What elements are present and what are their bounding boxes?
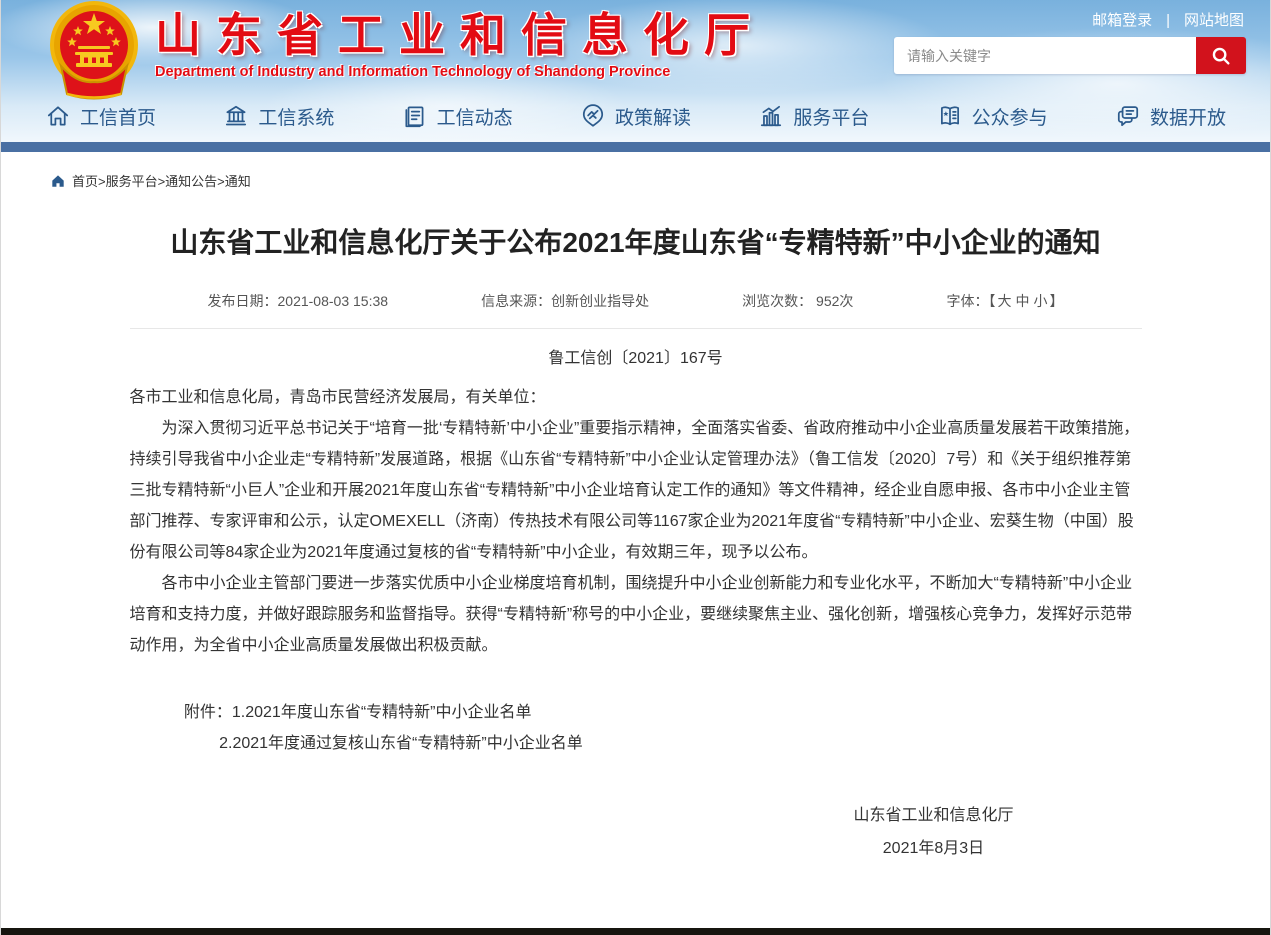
font-size-label: 字体：	[946, 293, 988, 309]
nav-item-service[interactable]: 服务平台	[758, 103, 869, 130]
nav-item-participation[interactable]: 公众参与	[937, 103, 1048, 130]
site-logo: 山东省工业和信息化厅 Department of Industry and In…	[47, 0, 765, 102]
footer-bar	[1, 928, 1270, 935]
nav-item-policy[interactable]: 政策解读	[580, 103, 691, 130]
bar-chart-icon	[758, 103, 784, 129]
main-nav: 工信首页 工信系统 工信动态 政策解读	[1, 90, 1270, 142]
body-paragraph: 为深入贯彻习近平总书记关于“培育一批‘专精特新’中小企业”重要指示精神，全面落实…	[130, 413, 1142, 568]
top-utility-links: 邮箱登录 | 网站地图	[1092, 9, 1244, 30]
breadcrumb: 首页>服务平台>通知公告>通知	[51, 171, 1270, 190]
news-icon	[402, 103, 428, 129]
font-size-small[interactable]: 小	[1033, 293, 1047, 309]
header-banner: 山东省工业和信息化厅 Department of Industry and In…	[1, 0, 1270, 152]
nav-item-home[interactable]: 工信首页	[45, 103, 156, 130]
body-paragraph: 各市中小企业主管部门要进一步落实优质中小企业梯度培育机制，围绕提升中小企业创新能…	[130, 568, 1142, 661]
breadcrumb-home-icon	[51, 174, 65, 188]
search-icon	[1210, 45, 1232, 67]
signature-org: 山东省工业和信息化厅	[853, 799, 1013, 832]
nav-item-data[interactable]: 数据开放	[1115, 103, 1226, 130]
site-name-english: Department of Industry and Information T…	[155, 64, 765, 80]
publish-date: 发布日期：2021-08-03 15:38	[208, 291, 389, 311]
page: 山东省工业和信息化厅 Department of Industry and In…	[0, 0, 1271, 935]
font-size-medium[interactable]: 中	[1015, 293, 1029, 309]
nav-label: 工信首页	[80, 103, 156, 130]
breadcrumb-path[interactable]: 首页>服务平台>通知公告>通知	[72, 171, 251, 190]
article-body: 鲁工信创〔2021〕167号 各市工业和信息化局，青岛市民营经济发展局，有关单位…	[130, 343, 1142, 865]
nav-item-system[interactable]: 工信系统	[223, 103, 334, 130]
page-title: 山东省工业和信息化厅关于公布2021年度山东省“专精特新”中小企业的通知	[130, 221, 1142, 264]
open-book-icon	[937, 103, 963, 129]
document-number: 鲁工信创〔2021〕167号	[130, 343, 1142, 374]
nav-label: 服务平台	[793, 103, 869, 130]
article: 山东省工业和信息化厅关于公布2021年度山东省“专精特新”中小企业的通知 发布日…	[130, 221, 1142, 865]
sitemap-link[interactable]: 网站地图	[1184, 12, 1244, 29]
nav-label: 政策解读	[615, 103, 691, 130]
site-name: 山东省工业和信息化厅	[155, 10, 765, 61]
salutation: 各市工业和信息化局，青岛市民营经济发展局，有关单位：	[130, 382, 1142, 413]
bank-icon	[223, 103, 249, 129]
mail-login-link[interactable]: 邮箱登录	[1092, 12, 1152, 29]
nav-label: 工信系统	[258, 103, 334, 130]
signature-block: 山东省工业和信息化厅 2021年8月3日	[130, 799, 1142, 865]
signature-date: 2021年8月3日	[853, 832, 1013, 865]
attachment-link-1[interactable]: 附件：1.2021年度山东省“专精特新”中小企业名单	[184, 697, 1142, 728]
home-icon	[45, 103, 71, 129]
nav-label: 工信动态	[437, 103, 513, 130]
nav-label: 数据开放	[1150, 103, 1226, 130]
article-meta: 发布日期：2021-08-03 15:38 信息来源：创新创业指导处 浏览次数：…	[130, 291, 1142, 329]
national-emblem-icon	[47, 0, 141, 102]
site-search	[894, 37, 1246, 74]
attachment-link-2[interactable]: 2.2021年度通过复核山东省“专精特新”中小企业名单	[219, 728, 1141, 759]
font-size-control: 字体：【大中小】	[946, 291, 1063, 311]
view-count: 浏览次数： 952次	[742, 291, 853, 311]
site-title-block: 山东省工业和信息化厅 Department of Industry and In…	[155, 0, 765, 80]
top-links-divider: |	[1166, 12, 1170, 29]
info-source: 信息来源：创新创业指导处	[481, 291, 649, 311]
handshake-icon	[580, 103, 606, 129]
font-size-large[interactable]: 大	[997, 293, 1011, 309]
attachments: 附件：1.2021年度山东省“专精特新”中小企业名单 2.2021年度通过复核山…	[130, 697, 1142, 759]
nav-item-news[interactable]: 工信动态	[402, 103, 513, 130]
search-button[interactable]	[1196, 37, 1246, 74]
search-input[interactable]	[894, 37, 1196, 74]
font-bracket-close: 】	[1049, 293, 1063, 309]
divider-bar	[1, 142, 1270, 152]
chat-bubbles-icon	[1115, 103, 1141, 129]
font-bracket-open: 【	[988, 293, 995, 309]
nav-label: 公众参与	[972, 103, 1048, 130]
